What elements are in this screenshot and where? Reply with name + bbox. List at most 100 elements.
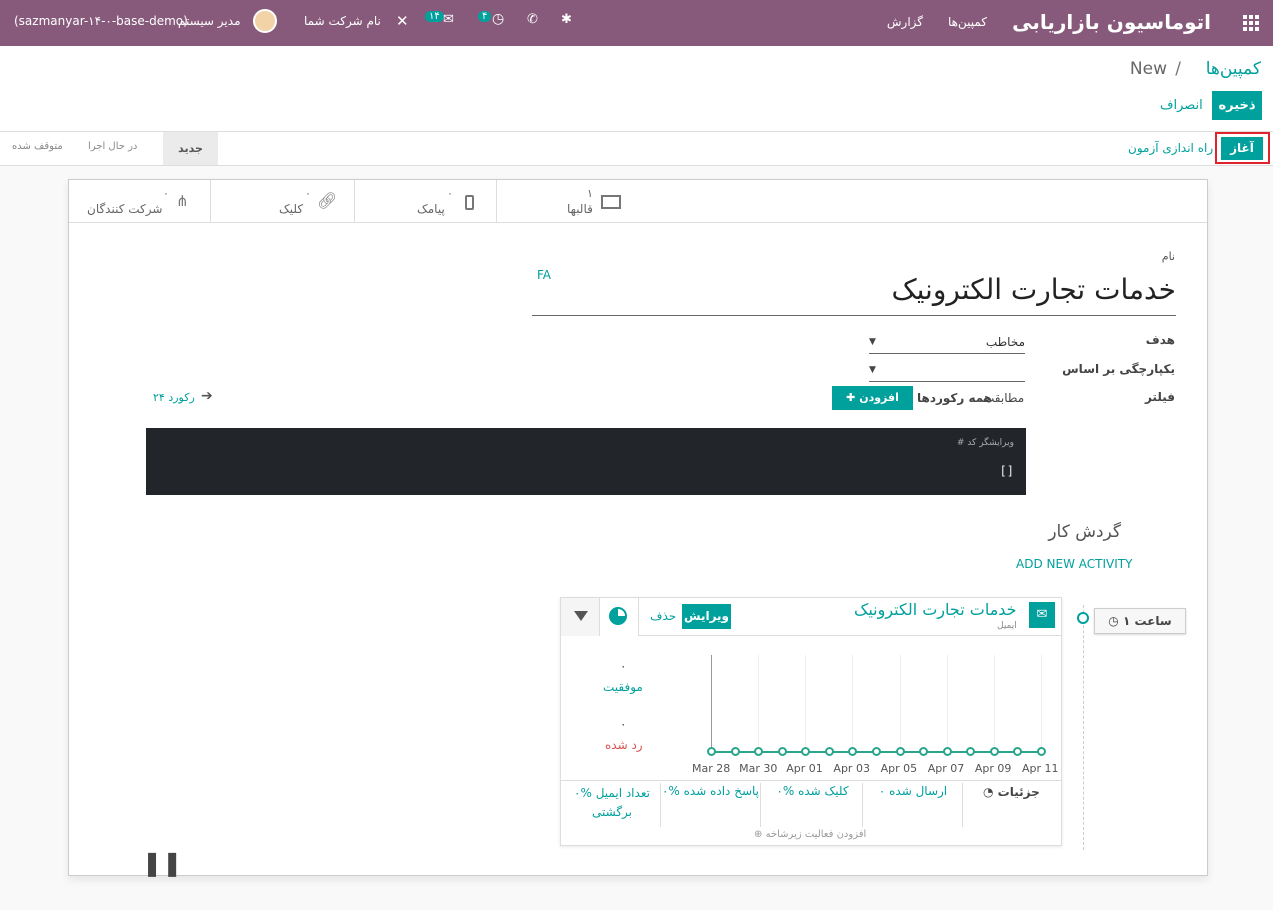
filter-all-records: همه رکوردها	[917, 391, 993, 405]
chart-gridline	[805, 655, 807, 755]
company-name[interactable]: نام شرکت شما	[304, 14, 381, 28]
add-filter-button[interactable]: ✚ افزودن فیلتر	[832, 386, 913, 428]
arrow-right-icon: ➔	[201, 388, 213, 404]
workflow-title: گردش کار	[1048, 522, 1121, 542]
pause-bars-icon: ❚❚	[142, 849, 183, 877]
envelope-icon: ✉	[1029, 602, 1055, 628]
chevron-down-icon: ▼	[869, 365, 876, 375]
activity-type: ایمیل	[997, 621, 1017, 631]
add-child-activity-link[interactable]: ⊕ افزودن فعالیت زیرشاخه	[754, 829, 866, 840]
stage-new[interactable]: جدید	[163, 132, 218, 165]
sms-button[interactable]: ۰ پیامک	[354, 180, 496, 223]
funnel-icon	[574, 611, 588, 621]
save-button[interactable]: ذخیره	[1212, 91, 1262, 120]
messages-badge: ۱۴	[425, 11, 444, 22]
chart-gridline	[946, 655, 948, 755]
chart-point	[824, 747, 834, 756]
chart-point	[730, 747, 740, 756]
rejected-label: رد شده	[605, 738, 643, 752]
delete-activity-button[interactable]: حذف	[650, 609, 676, 623]
chart-gridline	[993, 655, 995, 755]
control-panel: کمپین‌ها / New ذخیره انصراف	[0, 46, 1273, 132]
stage-stopped[interactable]: متوقف شده	[12, 141, 63, 152]
trigger-delay-badge[interactable]: ◷ ۱ ساعت	[1094, 608, 1186, 634]
chart-gridline	[899, 655, 901, 755]
chart-point	[1037, 747, 1046, 756]
details-cell[interactable]: ◔ جزئیات	[983, 785, 1040, 799]
chart-point	[777, 747, 787, 756]
envelope-icon	[601, 195, 621, 209]
plus-icon: ✚	[846, 391, 856, 404]
chart-point	[989, 747, 999, 756]
unicity-label: یکپارچگی بر اساس	[1062, 362, 1175, 376]
discard-button[interactable]: انصراف	[1160, 98, 1203, 113]
phone-icon[interactable]: ✆	[527, 12, 538, 27]
sent-stat[interactable]: ۰ ارسال شده	[868, 784, 958, 798]
menu-reporting[interactable]: گزارش	[887, 15, 923, 29]
chart-point	[942, 747, 952, 756]
chevron-down-icon: ▼	[869, 337, 876, 347]
workflow-connector	[1083, 605, 1084, 850]
watermark-logo: ❚❚	[20, 845, 182, 883]
link-icon: 🔗︎	[317, 191, 338, 210]
code-editor-comment: # ویرایشگر کد	[956, 438, 1014, 448]
avatar[interactable]	[253, 9, 277, 33]
chart-point	[872, 747, 881, 756]
chat-icon[interactable]: ✉	[443, 12, 454, 27]
templates-button[interactable]: ۱ قالبها	[496, 180, 638, 223]
start-button[interactable]: آغاز	[1221, 137, 1263, 160]
chart-x-tick-label: Apr 09	[974, 762, 1012, 775]
code-editor[interactable]: # ویرایشگر کد []	[146, 428, 1026, 495]
replied-stat[interactable]: ۰% پاسخ داده شده	[661, 784, 760, 798]
stage-running[interactable]: در حال اجرا	[88, 141, 137, 152]
target-select[interactable]: مخاطب ▼	[869, 332, 1025, 354]
chart-x-tick-label: Mar 28	[692, 762, 731, 775]
apps-menu-icon[interactable]	[1243, 15, 1261, 31]
chart-x-tick-label: Apr 01	[786, 762, 823, 775]
top-navbar: اتوماسیون بازاریابی کمپین‌ها گزارش (sazm…	[0, 0, 1273, 46]
unicity-select[interactable]: ▼	[869, 360, 1025, 382]
chart-x-tick-label: Apr 05	[880, 762, 918, 775]
clicks-button[interactable]: 🔗︎ ۰ کلیک	[210, 180, 354, 223]
breadcrumb-separator: /	[1175, 59, 1181, 79]
plus-circle-icon: ⊕	[754, 829, 763, 840]
edit-activity-button[interactable]: ویرایش	[682, 604, 731, 629]
sitemap-icon: ⋔	[176, 192, 189, 210]
success-count: ۰	[620, 659, 627, 673]
participants-button[interactable]: ⋔ ۰ شرکت کنندگان	[69, 180, 210, 223]
launch-test-button[interactable]: راه اندازی آزمون	[1128, 141, 1213, 155]
code-editor-value: []	[999, 464, 1014, 478]
status-bar: آغاز راه اندازی آزمون جدید در حال اجرا م…	[0, 131, 1273, 166]
chart-x-tick-label: Apr 11	[1022, 762, 1059, 775]
filter-label: فیلتر	[1144, 390, 1175, 404]
clock-icon[interactable]: ◷	[492, 11, 504, 27]
chart-point	[895, 747, 905, 756]
pie-chart-icon	[609, 607, 627, 625]
clock-icon: ◷	[1108, 614, 1119, 628]
chart-x-tick-label: Apr 07	[927, 762, 965, 775]
bounced-stat[interactable]: ۰% تعداد ایمیل برگشتی	[566, 784, 658, 822]
menu-campaigns[interactable]: کمپین‌ها	[948, 15, 987, 29]
breadcrumb-current: New	[1129, 59, 1167, 79]
timeline-node	[1077, 612, 1089, 624]
chart-x-tick-label: Mar 30	[739, 762, 778, 775]
breadcrumb-parent[interactable]: کمپین‌ها	[1206, 59, 1261, 79]
rejected-count: ۰	[620, 717, 627, 731]
app-title: اتوماسیون بازاریابی	[1012, 10, 1211, 34]
activity-badge: ۴	[478, 11, 492, 22]
close-tools-icon[interactable]: ✕	[396, 12, 409, 30]
bug-icon[interactable]: ✱	[561, 12, 572, 27]
user-name[interactable]: مدیر سیستم	[178, 14, 241, 28]
add-activity-link[interactable]: ADD NEW ACTIVITY	[1016, 557, 1132, 571]
db-name: (sazmanyar-۱۴-۰-base-demo)	[14, 14, 188, 28]
records-count-link[interactable]: ۲۴ رکورد	[153, 391, 195, 404]
clicked-stat[interactable]: ۰% کلیک شده	[765, 784, 860, 798]
name-label: نام	[1161, 250, 1175, 263]
chart-gridline	[852, 655, 854, 755]
name-input[interactable]: خدمات تجارت الکترونیک	[532, 268, 1176, 316]
chart-point	[707, 747, 716, 756]
chart-x-tick-label: Apr 03	[833, 762, 870, 775]
activity-title[interactable]: خدمات تجارت الکترونیک	[854, 600, 1017, 619]
mobile-icon	[465, 195, 474, 210]
chart-gridline	[1041, 655, 1042, 755]
